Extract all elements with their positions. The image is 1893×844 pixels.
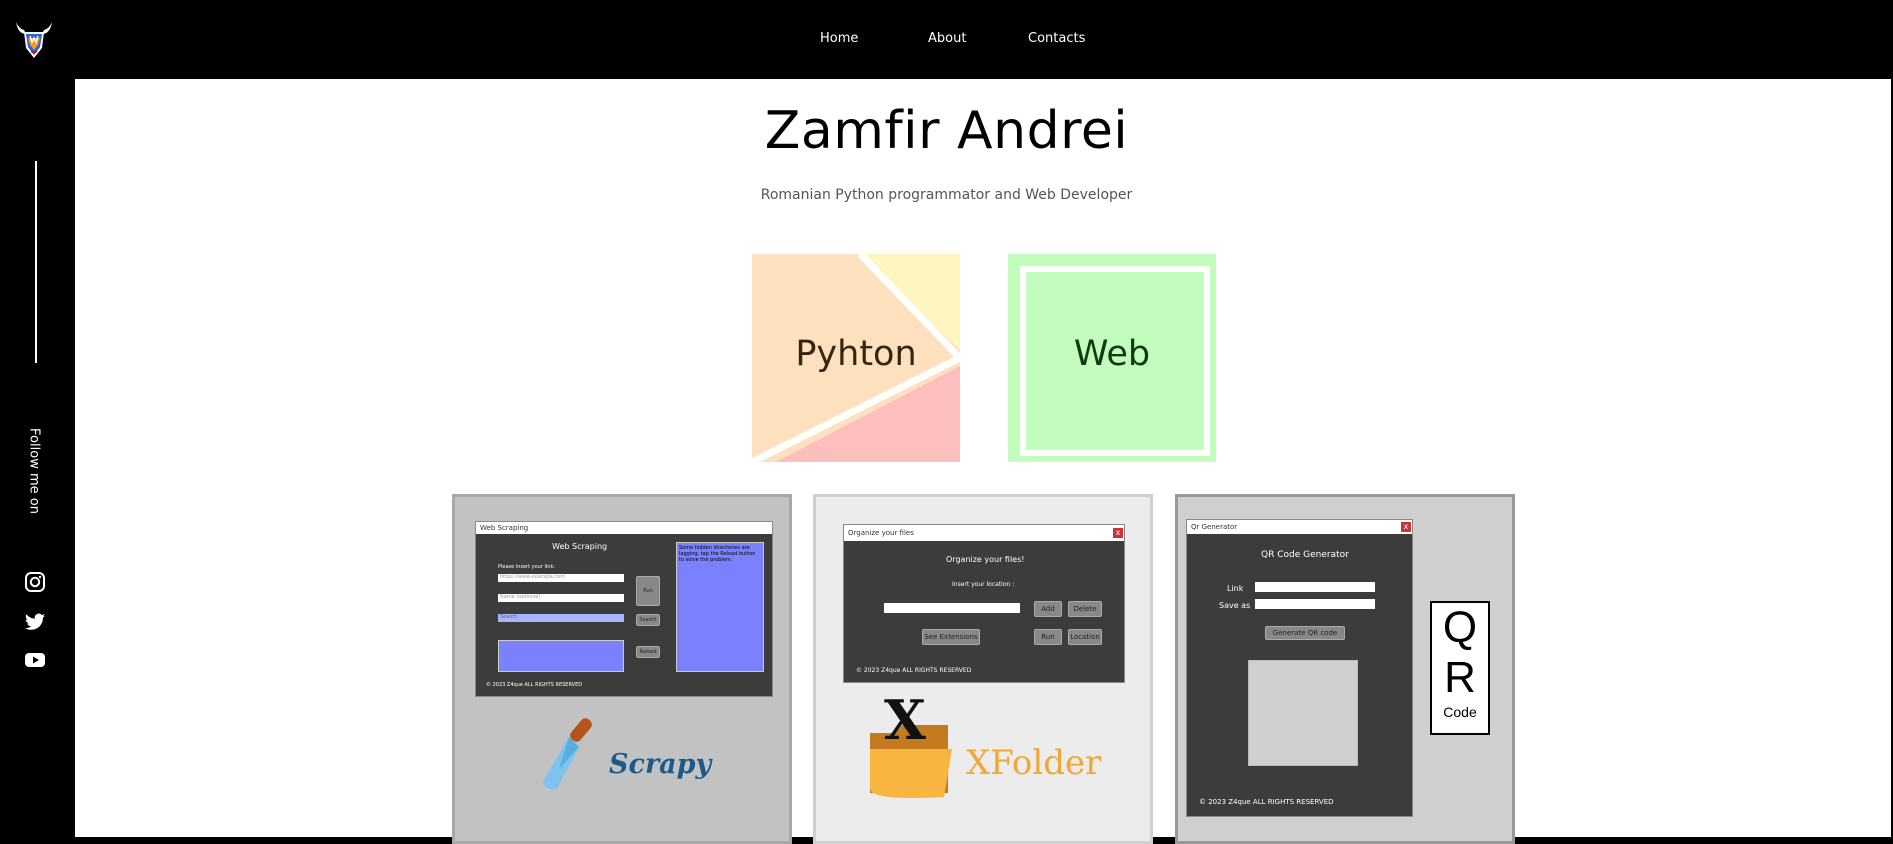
scrapy-prompt: Please insert your link: <box>498 564 556 570</box>
nav-about-link[interactable]: About <box>928 31 966 46</box>
qr-close-icon[interactable]: x <box>1401 522 1411 532</box>
qr-logo-r: R <box>1444 653 1476 702</box>
top-navbar: Home About Contacts <box>0 0 1893 79</box>
xfolder-window-title: Organize your files <box>848 529 914 537</box>
xfolder-location-input[interactable] <box>884 603 1020 613</box>
qr-link-label: Link <box>1227 584 1244 593</box>
scrapy-output-box <box>498 640 624 672</box>
qr-generate-button[interactable]: Generate QR code <box>1265 626 1345 640</box>
qr-logo-q: Q <box>1442 603 1478 652</box>
page-subtitle: Romanian Python programmator and Web Dev… <box>760 187 1133 203</box>
follow-me-label: Follow me on <box>26 428 42 514</box>
xfolder-delete-button[interactable]: Delete <box>1068 601 1102 617</box>
web-tile-label: Web <box>1073 334 1151 374</box>
scrapy-notice-panel: Some hidden directories are lagging, tap… <box>676 542 764 672</box>
scrapy-reload-button[interactable]: Reload <box>636 646 660 658</box>
scrapy-search-button[interactable]: Search <box>636 614 660 626</box>
xfolder-logo-text: XFolder <box>966 743 1102 783</box>
qr-save-input[interactable] <box>1255 599 1375 609</box>
xfolder-heading: Organize your files! <box>946 555 1025 564</box>
xfolder-add-button[interactable]: Add <box>1034 601 1062 617</box>
project-card-qr[interactable]: Qr Generator x QR Code Generator Link Sa… <box>1175 494 1515 844</box>
qr-window-titlebar: Qr Generator x <box>1187 520 1412 534</box>
project-card-xfolder[interactable]: Organize your files x Organize your file… <box>813 494 1153 844</box>
qr-save-label: Save as <box>1219 601 1251 610</box>
qr-logo-code: Code <box>1443 704 1477 720</box>
xfolder-app-window: Organize your files x Organize your file… <box>843 524 1125 683</box>
instagram-icon[interactable] <box>24 571 46 593</box>
qr-heading: QR Code Generator <box>1261 550 1349 560</box>
project-card-scrapy[interactable]: Web Scraping Web Scraping Please insert … <box>452 494 792 844</box>
python-tile-label: Pyhton <box>795 334 917 374</box>
scrapy-search-input[interactable]: Search <box>498 614 624 622</box>
youtube-icon[interactable] <box>24 649 46 671</box>
scrapy-footer: © 2023 Z4que ALL RIGHTS RESERVED <box>486 682 583 688</box>
scrapy-heading: Web Scraping <box>552 542 608 551</box>
scrapy-name-input[interactable]: Name (optional) <box>498 594 624 602</box>
xfolder-location-button[interactable]: Location <box>1068 629 1102 645</box>
python-tile[interactable]: Pyhton <box>752 254 960 462</box>
scrapy-logo-text: Scrapy <box>609 749 712 780</box>
page-title: Zamfir Andrei <box>764 101 1129 161</box>
xfolder-run-button[interactable]: Run <box>1034 629 1062 645</box>
nav-home-link[interactable]: Home <box>820 31 858 46</box>
xfolder-close-icon[interactable]: x <box>1113 528 1123 538</box>
scrapy-app-window: Web Scraping Web Scraping Please insert … <box>475 521 773 697</box>
qr-preview-box <box>1248 660 1358 766</box>
qr-code-logo: Q R Code <box>1430 601 1490 735</box>
scrapy-window-titlebar: Web Scraping <box>476 522 772 534</box>
main-nav: Home About Contacts <box>0 31 1893 51</box>
scrapy-run-button[interactable]: Run <box>636 576 660 606</box>
xfolder-see-extensions-button[interactable]: See Extensions <box>922 629 980 645</box>
qr-window-title: Qr Generator <box>1191 523 1238 531</box>
web-tile[interactable]: Web <box>1008 254 1216 462</box>
scrapy-link-input[interactable]: https://www.example.com <box>498 574 624 582</box>
qr-link-input[interactable] <box>1255 582 1375 592</box>
folder-icon: X <box>866 693 956 801</box>
trowel-icon <box>539 715 599 795</box>
xfolder-window-titlebar: Organize your files x <box>844 525 1124 541</box>
xfolder-footer: © 2023 Z4que ALL RIGHTS RESERVED <box>856 667 972 674</box>
xfolder-logo-letter: X <box>884 688 926 752</box>
nav-contacts-link[interactable]: Contacts <box>1028 31 1085 46</box>
twitter-icon[interactable] <box>24 611 46 633</box>
qr-app-window: Qr Generator x QR Code Generator Link Sa… <box>1186 519 1413 817</box>
xfolder-prompt: Insert your location : <box>952 581 1015 588</box>
qr-footer: © 2023 Z4que ALL RIGHTS RESERVED <box>1199 798 1334 806</box>
